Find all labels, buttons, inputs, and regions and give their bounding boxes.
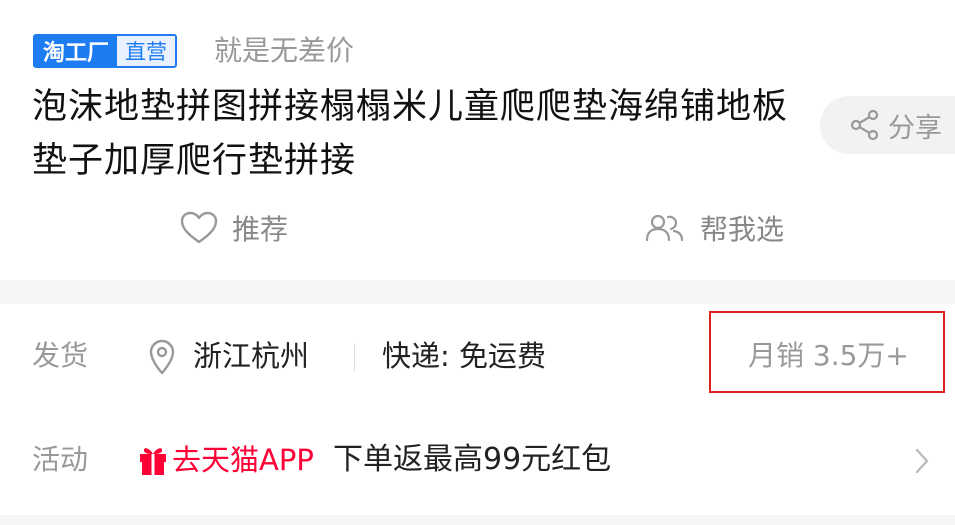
badge-brand: 淘工厂 [35,36,118,66]
factory-badge: 淘工厂 直营 [33,34,178,68]
tmall-app-link[interactable]: 去天猫APP [172,440,314,480]
share-label: 分享 [888,112,942,144]
vertical-divider [354,343,355,371]
users-icon [645,214,684,242]
promotion-label: 活动 [32,443,89,476]
gift-icon [140,448,166,475]
slogan: 就是无差价 [214,34,355,67]
shipping-label: 发货 [32,339,89,372]
share-button[interactable]: 分享 [820,96,955,154]
share-icon [850,109,879,141]
bottom-divider [0,515,955,525]
recommend-button[interactable]: 推荐 [180,208,288,248]
product-title: 泡沫地垫拼图拼接榻榻米儿童爬爬垫海绵铺地板垫子加厚爬行垫拼接 [32,87,789,181]
chevron-right-icon[interactable] [912,446,932,476]
express-info: 快递: 免运费 [382,339,546,373]
heart-icon [180,211,218,244]
location-pin-icon [149,339,175,375]
sales-highlight-box [709,311,945,393]
badge-type: 直营 [117,36,176,66]
promotion-text: 下单返最高99元红包 [333,442,612,477]
help-choose-button[interactable]: 帮我选 [644,208,784,248]
recommend-label: 推荐 [232,213,289,246]
ship-location: 浙江杭州 [193,339,310,373]
section-divider [0,280,955,304]
help-choose-label: 帮我选 [700,213,785,246]
